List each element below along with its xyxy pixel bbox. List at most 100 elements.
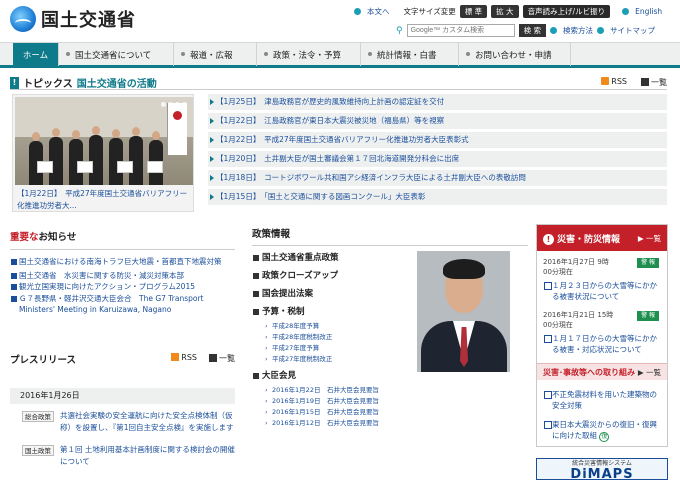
press-list-link[interactable]: 一覧 — [209, 353, 235, 364]
pager-dot[interactable] — [182, 102, 187, 107]
dimaps-banner[interactable]: 統合災害情報システム DiMAPS — [536, 458, 668, 480]
nav-about[interactable]: 国土交通省について — [59, 43, 174, 66]
topic-feature[interactable]: 【1月22日】 平成27年度国土交通省バリアフリー化推進功労者大... — [12, 94, 194, 212]
font-size-label: 文字サイズ変更 — [403, 7, 456, 16]
press-releases: プレスリリース RSS 一覧 2016年1月26日 総合政策 共選社会実験の安全… — [10, 352, 235, 468]
list-icon — [641, 78, 649, 86]
notice-item[interactable]: 観光立国実現に向けたアクション・プログラム2015 — [10, 281, 235, 293]
search-input[interactable] — [406, 24, 515, 37]
disaster-title-wrap: ! 災害・防災情報 — [543, 232, 620, 245]
topics-rss-link[interactable]: RSS — [601, 77, 627, 86]
category-badge: 国土政策 — [22, 445, 54, 456]
press-date: 2016年1月26日 — [10, 388, 235, 404]
disaster-effort-link[interactable]: 不正免震材料を用いた建築物の安全対策 — [543, 389, 661, 411]
disaster-effort-link[interactable]: 東日本大震災からの復旧・復興に向けた取組 復 — [543, 419, 661, 442]
press-item[interactable]: 国土政策 第１回 土地利用基本計画制度に関する検討会の開催について — [10, 444, 235, 468]
policy-closeup-link[interactable]: 政策クローズアップ — [252, 267, 402, 285]
exclamation-icon: ! — [10, 76, 19, 89]
font-large-button[interactable]: 拡 大 — [491, 5, 519, 18]
policy-links: 国土交通省重点政策 政策クローズアップ 国会提出法案 予算・税制 平成28年度予… — [252, 249, 402, 429]
notice-item[interactable]: 国土交通省における南海トラフ巨大地震・首都直下地震対策 — [10, 256, 235, 268]
notice-list: 国土交通省における南海トラフ巨大地震・首都直下地震対策 国土交通省 水災害に関す… — [10, 256, 235, 316]
policy-budget-heading: 予算・税制 — [252, 303, 402, 321]
sitemap-link[interactable]: サイトマップ — [610, 25, 655, 36]
disaster-title: 災害・防災情報 — [557, 234, 621, 245]
list-label: 一覧 — [646, 233, 661, 243]
press-rss-link[interactable]: RSS — [171, 353, 197, 362]
list-label: 一覧 — [651, 78, 667, 87]
photo-person — [89, 126, 103, 185]
portrait-hair — [443, 259, 485, 279]
press-conf-item[interactable]: 2016年1月22日 石井大臣会見要旨 — [252, 385, 402, 396]
topic-item[interactable]: 【1月22日】 江島政務官が東日本大震災被災地（福島県）等を視察 — [208, 113, 667, 129]
font-standard-button[interactable]: 標 準 — [459, 5, 488, 18]
speech-button[interactable]: 音声読み上げ/ルビ振り — [522, 5, 611, 18]
press-item-text[interactable]: 共選社会実験の安全運航に向けた安全点検体制（仮称）を設置し、『第1回自主安全点検… — [60, 410, 235, 434]
search-icon: ⚲ — [396, 25, 403, 36]
nav-contact[interactable]: お問い合わせ・申請 — [459, 43, 571, 66]
disaster-efforts-list-link[interactable]: ▶ 一覧 — [638, 364, 661, 380]
notice-item[interactable]: 国土交通省 水災害に関する防災・減災対策本部 — [10, 270, 235, 282]
notice-item[interactable]: Ｇ７長野県・軽井沢交通大臣会合 The G7 Transport Ministe… — [10, 293, 235, 316]
topics-list: 【1月25日】 津島政務官が歴史的風致維持向上計画の認定証を交付 【1月22日】… — [208, 94, 667, 208]
site-header: 国土交通省 本文へ 文字サイズ変更 標 準 拡 大 音声読み上げ/ルビ振り En… — [0, 0, 680, 42]
warning-icon: ! — [543, 233, 554, 245]
search-method-link[interactable]: 検索方法 — [563, 25, 593, 36]
time-text: 00分現在 — [543, 268, 573, 276]
nav-statistics[interactable]: 統計情報・白書 — [361, 43, 459, 66]
policy-bills-link[interactable]: 国会提出法案 — [252, 285, 402, 303]
english-link[interactable]: English — [635, 7, 662, 16]
minister-portrait[interactable] — [417, 251, 510, 372]
disaster-link[interactable]: １月１７日からの大雪等にかかる被害・対応状況について — [543, 333, 661, 355]
date-text: 2016年1月27日 9時 — [543, 258, 609, 266]
nav-home[interactable]: ホーム — [13, 43, 59, 66]
nav-press[interactable]: 報道・広報 — [174, 43, 257, 66]
budget-item[interactable]: 平成27年度税制改正 — [252, 354, 402, 365]
topic-item[interactable]: 【1月20日】 土井副大臣が国土審議会第１７回北海道開発分科会に出席 — [208, 151, 667, 167]
topic-item[interactable]: 【1月15日】 「国土と交通に関する図画コンクール」大臣表彰 — [208, 189, 667, 205]
budget-item[interactable]: 平成27年度予算 — [252, 343, 402, 354]
photo-certificate — [37, 161, 53, 173]
disaster-link[interactable]: １月２３日からの大雪等にかかる被害状況について — [543, 280, 661, 302]
topic-item[interactable]: 【1月25日】 津島政務官が歴史的風致維持向上計画の認定証を交付 — [208, 94, 667, 110]
budget-item[interactable]: 平成28年度税制改正 — [252, 332, 402, 343]
disaster-list-link[interactable]: ▶ 一覧 — [638, 233, 661, 244]
skip-to-content-link[interactable]: 本文へ — [367, 6, 390, 17]
pager-dot[interactable] — [168, 102, 173, 107]
topic-item[interactable]: 【1月22日】 平成27年度国土交通省バリアフリー化推進功労者大臣表彰式 — [208, 132, 667, 148]
list-icon — [209, 354, 217, 362]
photo-certificate — [77, 161, 93, 173]
topic-item[interactable]: 【1月18日】 コートジボワール共和国アシ経済インフラ大臣による土井副大臣への表… — [208, 170, 667, 186]
rss-label: RSS — [611, 77, 627, 86]
disaster-date: 2016年1月21日 15時 警 報 00分現在 — [543, 310, 661, 330]
press-item[interactable]: 総合政策 共選社会実験の安全運航に向けた安全点検体制（仮称）を設置し、『第1回自… — [10, 410, 235, 434]
press-item-text[interactable]: 第１回 土地利用基本計画制度に関する検討会の開催について — [60, 444, 235, 468]
disaster-efforts-title: 災害･事故等への取り組み — [543, 368, 635, 377]
dimaps-title: DiMAPS — [570, 467, 634, 480]
policy-priority-link[interactable]: 国土交通省重点政策 — [252, 249, 402, 267]
search-button[interactable]: 検 索 — [518, 24, 546, 37]
notices-title-red: 重要な — [10, 232, 39, 243]
press-conf-item[interactable]: 2016年1月19日 石井大臣会見要旨 — [252, 396, 402, 407]
topics-title: ! トピックス 国土交通省の活動 — [10, 75, 157, 90]
bullet-icon — [596, 27, 604, 34]
topic-feature-caption[interactable]: 【1月22日】 平成27年度国土交通省バリアフリー化推進功労者大... — [17, 188, 193, 212]
press-title: プレスリリース — [10, 355, 77, 366]
mlit-logo-icon — [10, 6, 36, 32]
pager-dot[interactable] — [175, 102, 180, 107]
press-conf-item[interactable]: 2016年1月12日 石井大臣会見要旨 — [252, 418, 402, 429]
nav-policy[interactable]: 政策・法令・予算 — [257, 43, 361, 66]
photo-certificate — [147, 161, 163, 173]
press-conf-item[interactable]: 2016年1月15日 石井大臣会見要旨 — [252, 407, 402, 418]
slide-pager[interactable] — [161, 102, 187, 107]
topics-list-link[interactable]: 一覧 — [641, 77, 667, 88]
pager-dot[interactable] — [161, 102, 166, 107]
time-text: 00分現在 — [543, 321, 573, 329]
photo-certificate — [117, 161, 133, 173]
budget-item[interactable]: 平成28年度予算 — [252, 321, 402, 332]
utility-row: 本文へ 文字サイズ変更 標 準 拡 大 音声読み上げ/ルビ振り English — [354, 5, 662, 18]
rss-label: RSS — [181, 353, 197, 362]
bullet-icon — [354, 8, 361, 15]
site-logo[interactable]: 国土交通省 — [10, 6, 136, 32]
site-name: 国土交通省 — [41, 10, 136, 31]
